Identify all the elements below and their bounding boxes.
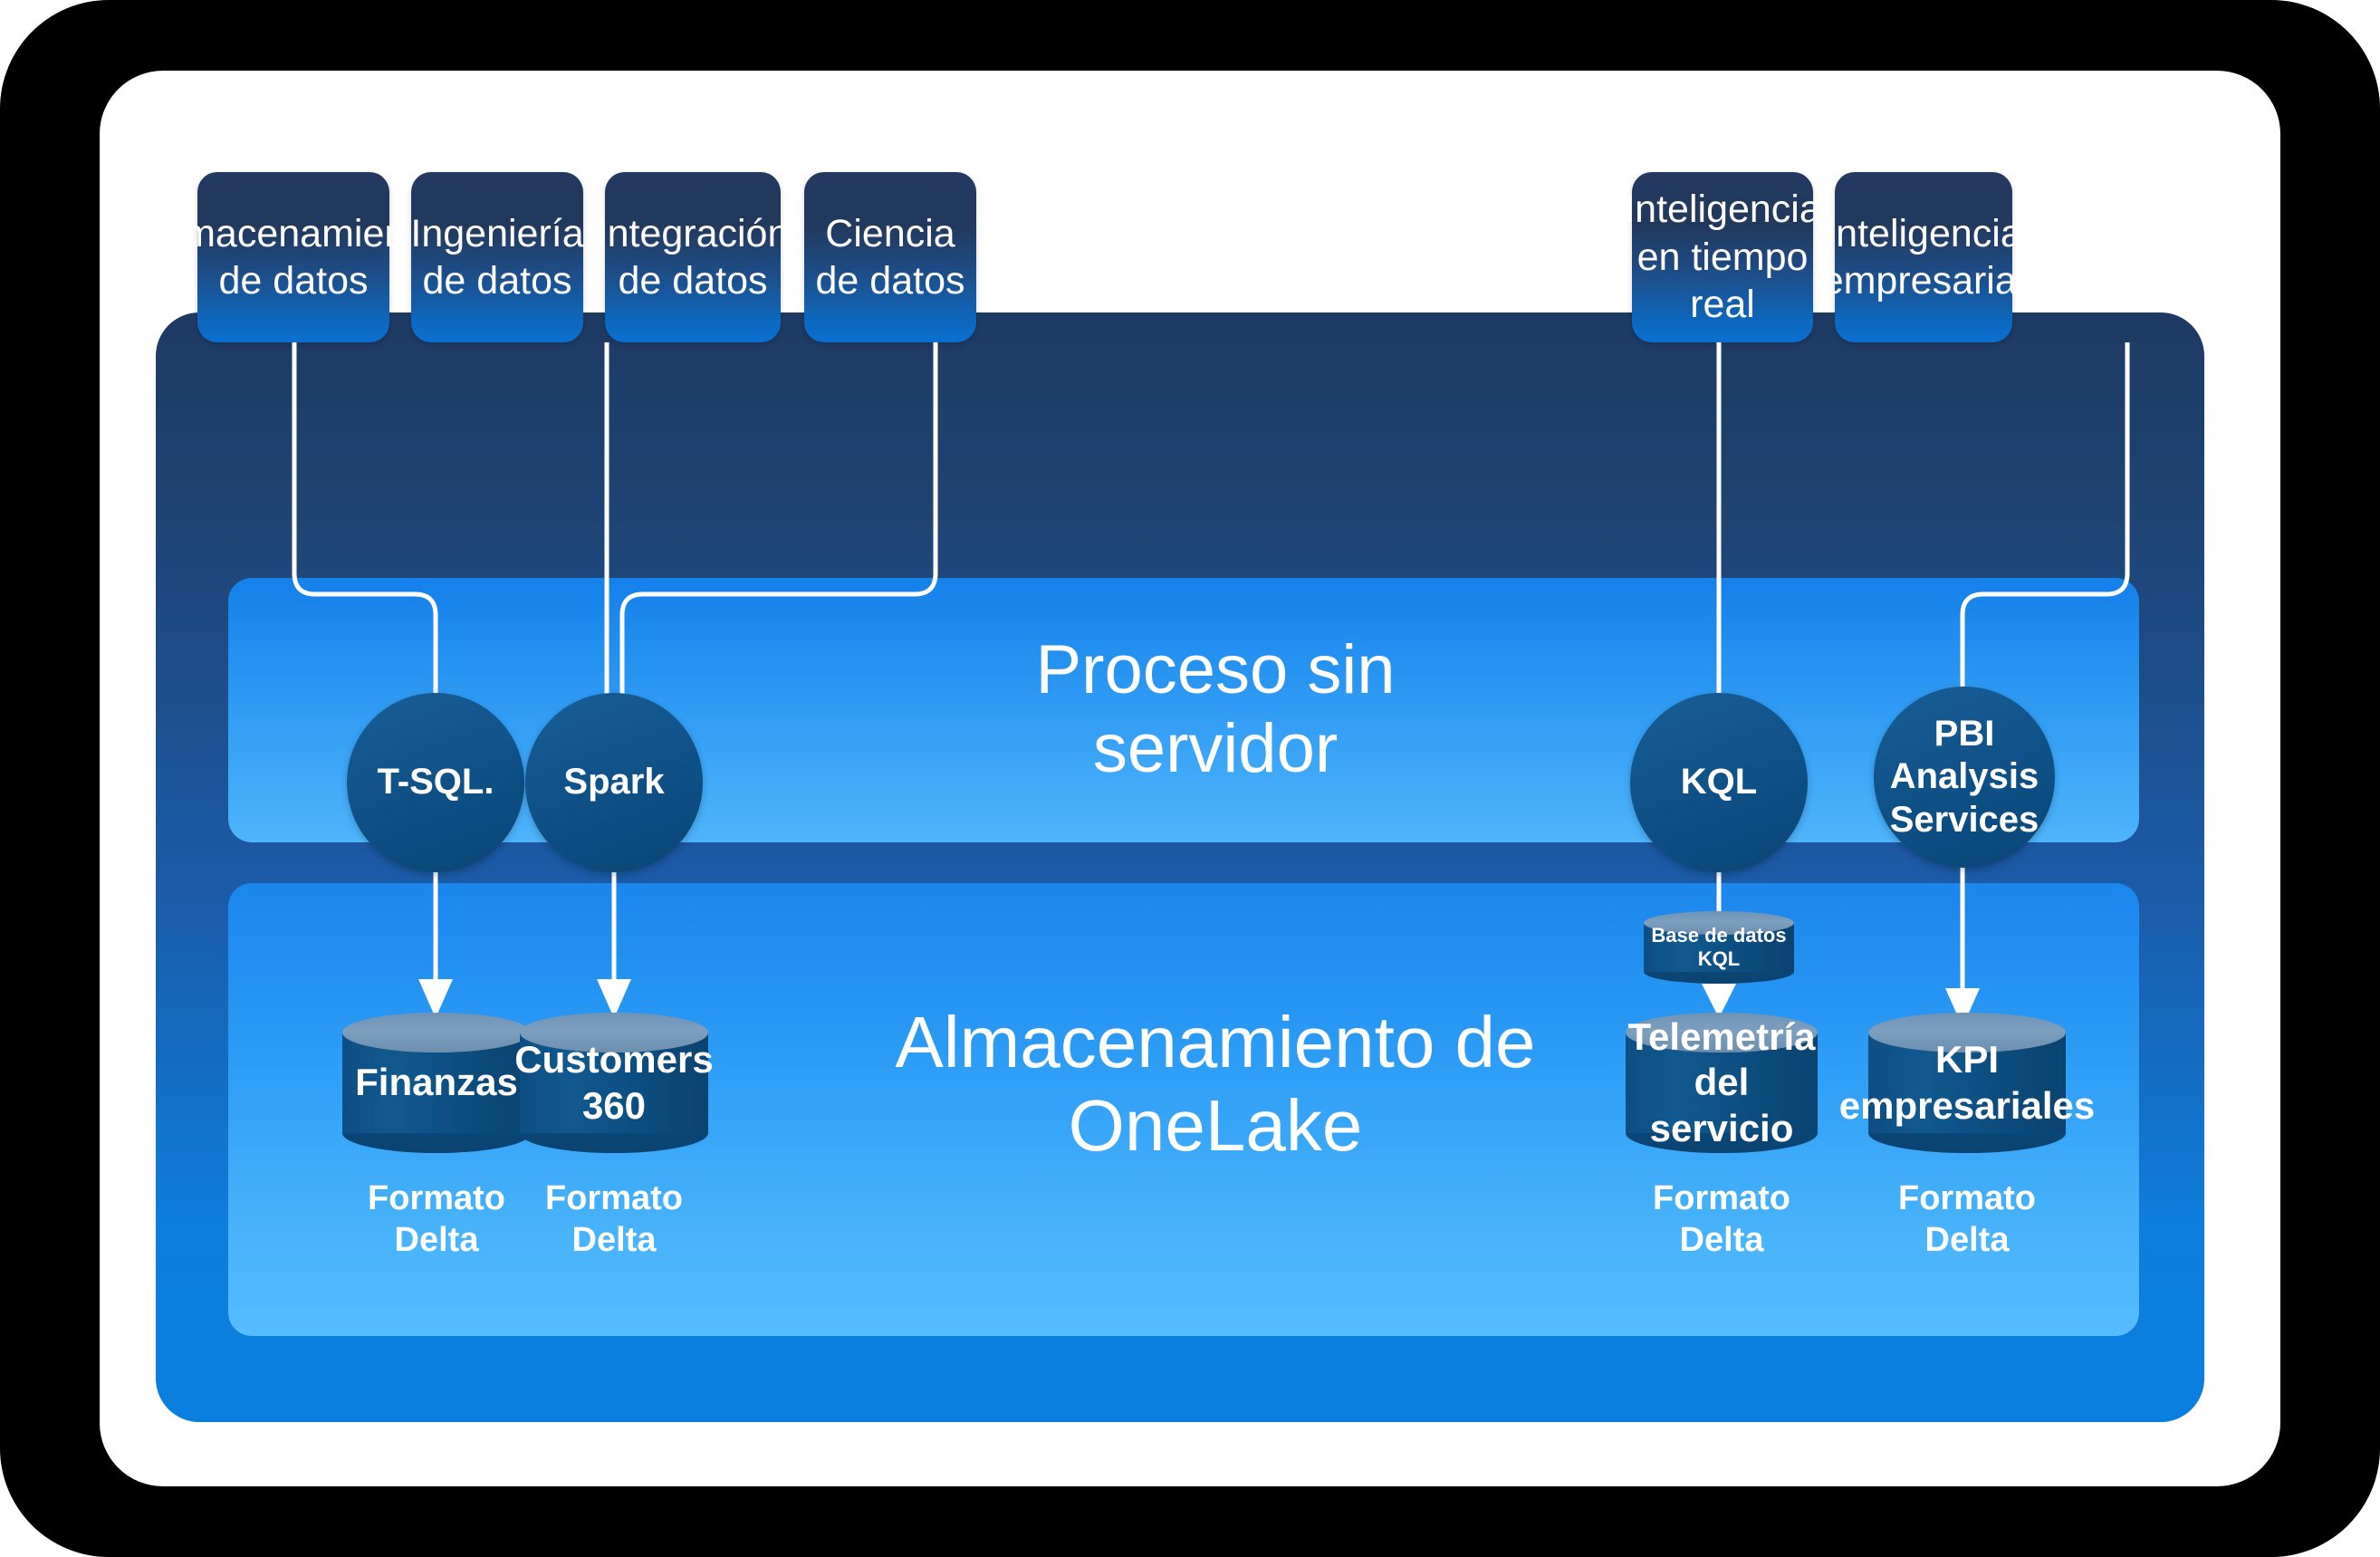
card-data-science[interactable]: Ciencia de datos bbox=[804, 172, 976, 342]
card-data-science-label: Ciencia de datos bbox=[815, 211, 965, 303]
store-kpi-empresariales[interactable]: KPI empresariales bbox=[1838, 1013, 2096, 1153]
store-finanzas-label: Finanzas bbox=[355, 1061, 518, 1104]
diagram-canvas: Proceso sin servidor Almacenamiento de O… bbox=[100, 71, 2280, 1486]
store-customers-360-format: Formato Delta bbox=[545, 1179, 683, 1260]
card-real-time-intelligence[interactable]: Inteligencia en tiempo real bbox=[1624, 172, 1821, 342]
store-telemetria-servicio[interactable]: Telemetría del servicio bbox=[1626, 1013, 1818, 1153]
store-customers-360-label: Customers 360 bbox=[514, 1038, 714, 1127]
store-kpi-empresariales-format: Formato Delta bbox=[1898, 1179, 2036, 1260]
node-spark-label: Spark bbox=[563, 762, 665, 803]
node-kql-label: KQL bbox=[1680, 762, 1758, 803]
store-kql-database[interactable]: Base de datos KQL bbox=[1644, 911, 1794, 984]
store-customers-360[interactable]: Customers 360 bbox=[514, 1013, 714, 1153]
outer-frame: Proceso sin servidor Almacenamiento de O… bbox=[0, 0, 2380, 1557]
node-pbi-analysis-services[interactable]: PBI Analysis Services bbox=[1874, 687, 2055, 868]
card-business-intelligence[interactable]: Inteligencia empresarial bbox=[1822, 172, 2025, 342]
store-finanzas-format: Formato Delta bbox=[368, 1179, 505, 1260]
store-telemetria-servicio-format: Formato Delta bbox=[1653, 1179, 1790, 1260]
panel-onelake-title: Almacenamiento de OneLake bbox=[895, 1002, 1536, 1166]
card-business-intelligence-label: Inteligencia empresarial bbox=[1821, 211, 2026, 303]
card-data-engineering-label: Ingeniería de datos bbox=[410, 211, 584, 303]
card-data-warehousing-label: Almacenamiento de datos bbox=[148, 211, 439, 303]
store-finanzas[interactable]: Finanzas bbox=[342, 1013, 531, 1153]
store-kpi-empresariales-label: KPI empresariales bbox=[1838, 1038, 2096, 1127]
node-spark[interactable]: Spark bbox=[525, 693, 703, 872]
node-tsql[interactable]: T-SQL. bbox=[347, 693, 524, 872]
panel-serverless-title: Proceso sin servidor bbox=[1035, 631, 1396, 788]
node-kql[interactable]: KQL bbox=[1630, 693, 1808, 872]
node-pbi-analysis-services-label: PBI Analysis Services bbox=[1889, 714, 2039, 840]
node-tsql-label: T-SQL. bbox=[377, 762, 494, 803]
card-data-integration-label: Integración de datos bbox=[596, 211, 790, 303]
store-kql-database-label: Base de datos KQL bbox=[1651, 923, 1787, 970]
card-data-integration[interactable]: Integración de datos bbox=[597, 172, 789, 342]
store-telemetria-servicio-label: Telemetría del servicio bbox=[1627, 1014, 1816, 1149]
card-data-warehousing[interactable]: Almacenamiento de datos bbox=[149, 172, 438, 342]
card-data-engineering[interactable]: Ingeniería de datos bbox=[410, 172, 584, 342]
card-real-time-intelligence-label: Inteligencia en tiempo real bbox=[1624, 187, 1821, 327]
